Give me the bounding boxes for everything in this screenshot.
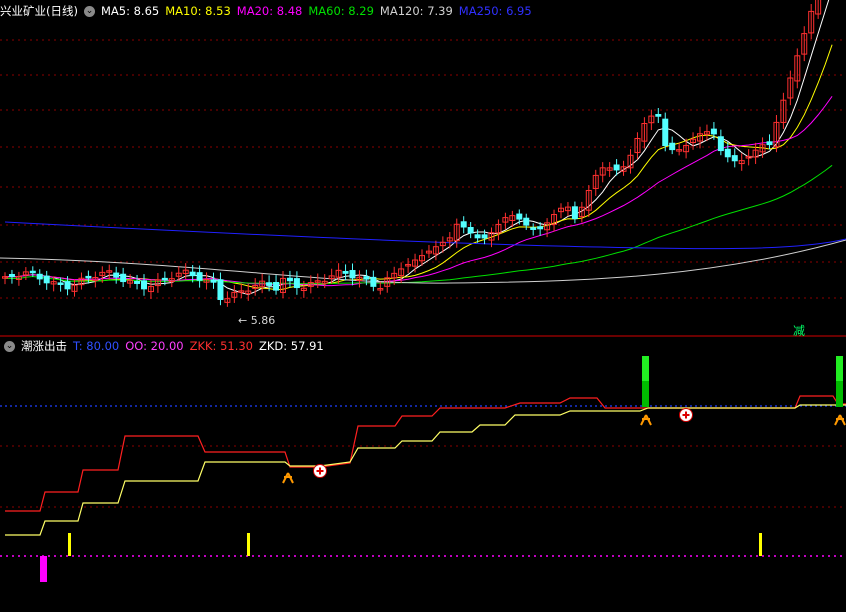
indicator-label-3: ZKD: 57.91	[259, 339, 324, 353]
green-bar-top	[642, 356, 649, 381]
indicator-lines	[5, 395, 846, 536]
reduce-signal-text: 减	[793, 324, 806, 338]
ma-label-0: MA5: 8.65	[100, 4, 160, 18]
ma-label-1: MA10: 8.53	[165, 4, 231, 18]
candle-body	[141, 280, 147, 290]
ma10-line	[4, 44, 833, 291]
low-price-label: 5.86	[250, 314, 276, 327]
candle-body	[293, 278, 300, 289]
candle-body	[481, 234, 488, 239]
indicator-label-2: ZKK: 51.30	[189, 339, 253, 353]
ma-label-5: MA250: 6.95	[458, 4, 532, 18]
candle-body	[273, 282, 280, 291]
green-bar-bottom	[642, 381, 649, 407]
candle-body	[662, 118, 669, 147]
candle-body	[113, 272, 120, 278]
candle-body	[710, 128, 717, 135]
chevron-down-icon[interactable]: ⌄	[83, 5, 95, 17]
candle-body	[64, 281, 71, 290]
candle-body	[474, 234, 481, 239]
ma-label-2: MA20: 8.48	[236, 4, 303, 18]
ma250-line	[4, 221, 846, 250]
chevron-down-icon[interactable]: ⌄	[4, 340, 15, 352]
runner-icon	[834, 414, 846, 426]
indicator-legend: ⌄ 潮涨出击 T: 80.00 OO: 20.00 ZKK: 51.30 ZKD: 5…	[4, 337, 330, 355]
zkd-line	[5, 404, 846, 536]
candle-body	[537, 226, 544, 230]
indicator-labels: T: 80.00 OO: 20.00 ZKK: 51.30 ZKD: 57.91	[73, 339, 330, 353]
candle-body	[43, 275, 50, 284]
candle-body	[342, 270, 349, 274]
indicator-markers	[40, 356, 846, 582]
candle-body	[29, 270, 36, 274]
candle-body	[523, 217, 530, 226]
candle-body	[766, 141, 773, 146]
candle-body	[134, 280, 141, 284]
yellow-bar	[759, 533, 762, 556]
candle-body	[57, 282, 64, 285]
candle-body	[8, 273, 15, 278]
main-panel-legend: 兴业矿业(日线) ⌄ MA5: 8.65 MA10: 8.53 MA20: 8.48…	[0, 2, 538, 20]
candle-body	[530, 227, 537, 230]
ma20-line	[4, 96, 833, 287]
candle-body	[655, 113, 662, 117]
candle-body	[189, 271, 196, 277]
runner-icon	[640, 414, 652, 426]
ma60-line	[5, 164, 833, 285]
candle-body	[571, 206, 578, 220]
ma-label-4: MA120: 7.39	[379, 4, 453, 18]
low-price-annotation: ← 5.86	[238, 314, 276, 327]
indicator-label-1: OO: 20.00	[125, 339, 184, 353]
yellow-bar	[68, 533, 71, 556]
candle-body	[266, 282, 273, 286]
candle-body	[85, 275, 92, 279]
candle-body	[210, 279, 217, 283]
candle-body	[370, 276, 377, 287]
candle-body	[36, 273, 43, 280]
indicator-label-0: T: 80.00	[73, 339, 120, 353]
candle-body	[717, 136, 724, 152]
candle-body	[349, 270, 356, 279]
candle-body	[467, 226, 474, 234]
green-bar-top	[836, 356, 843, 381]
candle-body	[217, 279, 224, 300]
candle-body	[120, 273, 127, 283]
reduce-signal-label: 减	[793, 322, 805, 339]
candle-body	[286, 277, 293, 282]
magenta-bar	[40, 556, 47, 582]
indicator-title: 潮涨出击	[21, 339, 67, 353]
ma-label-3: MA60: 8.29	[308, 4, 374, 18]
candle-body	[516, 213, 523, 220]
candle-body	[731, 155, 738, 162]
ma-labels: MA5: 8.65 MA10: 8.53 MA20: 8.48 MA60: 8.29 M…	[101, 4, 538, 18]
candle-body	[196, 272, 203, 281]
grid-lines	[0, 39, 846, 557]
candle-body	[363, 276, 370, 280]
candle-body	[460, 221, 467, 228]
candle-body	[613, 164, 620, 171]
candle-body	[669, 142, 676, 151]
green-bar-bottom	[836, 381, 843, 407]
runner-icon	[282, 472, 294, 484]
stock-chart[interactable]	[0, 0, 846, 612]
yellow-bar	[247, 533, 250, 556]
zkk-line	[5, 395, 846, 512]
candle-body	[161, 277, 168, 281]
candle-body	[724, 148, 731, 158]
stock-title: 兴业矿业(日线)	[0, 4, 78, 18]
